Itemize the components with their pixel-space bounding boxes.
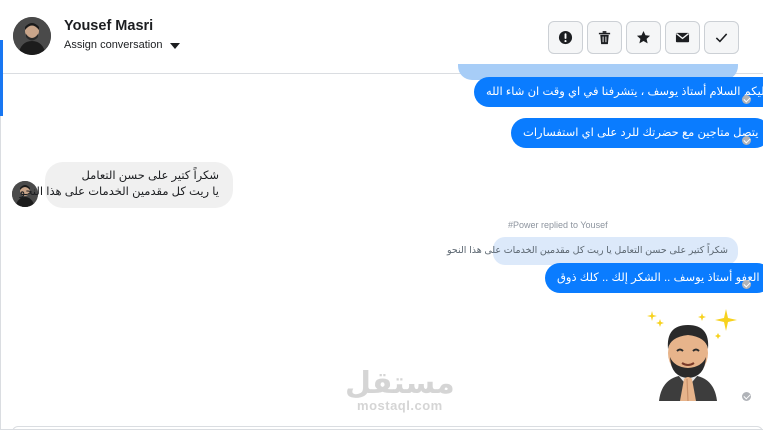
seen-icon bbox=[742, 280, 751, 289]
seen-icon bbox=[742, 95, 751, 104]
watermark-latin: mostaql.com bbox=[357, 398, 443, 413]
watermark: مستقل mostaql.com bbox=[345, 366, 455, 414]
assign-conversation-dropdown[interactable]: Assign conversation bbox=[64, 39, 181, 51]
assign-label: Assign conversation bbox=[64, 39, 163, 51]
incoming-message-line: شكراً كتير على حسن التعامل bbox=[81, 170, 219, 182]
outgoing-reply[interactable]: العفو أستاذ يوسف .. الشكر إلك .. كلك ذوق bbox=[545, 263, 763, 293]
outgoing-message[interactable]: يتصل متاجين مع حضرتك للرد على اي استفسار… bbox=[511, 118, 763, 148]
incoming-message[interactable]: شكراً كتير على حسن التعامل يا ريت كل مقد… bbox=[19, 162, 233, 208]
mark-unread-button[interactable] bbox=[665, 21, 700, 54]
seen-icon bbox=[742, 136, 751, 145]
envelope-icon bbox=[675, 32, 690, 43]
contact-name[interactable]: Yousef Masri bbox=[64, 18, 153, 34]
replied-note: #Power replied to Yousef bbox=[508, 220, 608, 230]
caret-down-icon bbox=[170, 42, 181, 49]
active-indicator bbox=[0, 40, 3, 116]
star-button[interactable] bbox=[626, 21, 661, 54]
seen-icon bbox=[742, 392, 751, 401]
message-composer[interactable] bbox=[12, 426, 763, 430]
trash-icon bbox=[598, 31, 611, 45]
alert-icon bbox=[558, 30, 573, 45]
conversation-header: Yousef Masri Assign conversation bbox=[0, 0, 763, 74]
thank-you-sticker[interactable] bbox=[640, 305, 738, 402]
watermark-arabic: مستقل bbox=[345, 366, 455, 401]
quoted-message: شكراً كتير على حسن التعامل يا ريت كل مقد… bbox=[447, 237, 738, 265]
outgoing-message[interactable]: و عليكم السلام أستاذ يوسف ، يتشرفنا في ا… bbox=[474, 77, 763, 107]
done-button[interactable] bbox=[704, 21, 739, 54]
check-icon bbox=[715, 33, 728, 43]
contact-avatar[interactable] bbox=[13, 17, 51, 55]
delete-button[interactable] bbox=[587, 21, 622, 54]
spam-button[interactable] bbox=[548, 21, 583, 54]
star-icon bbox=[636, 30, 651, 44]
incoming-message-line: يا ريت كل مقدمين الخدمات على هذا النحو bbox=[19, 186, 219, 198]
